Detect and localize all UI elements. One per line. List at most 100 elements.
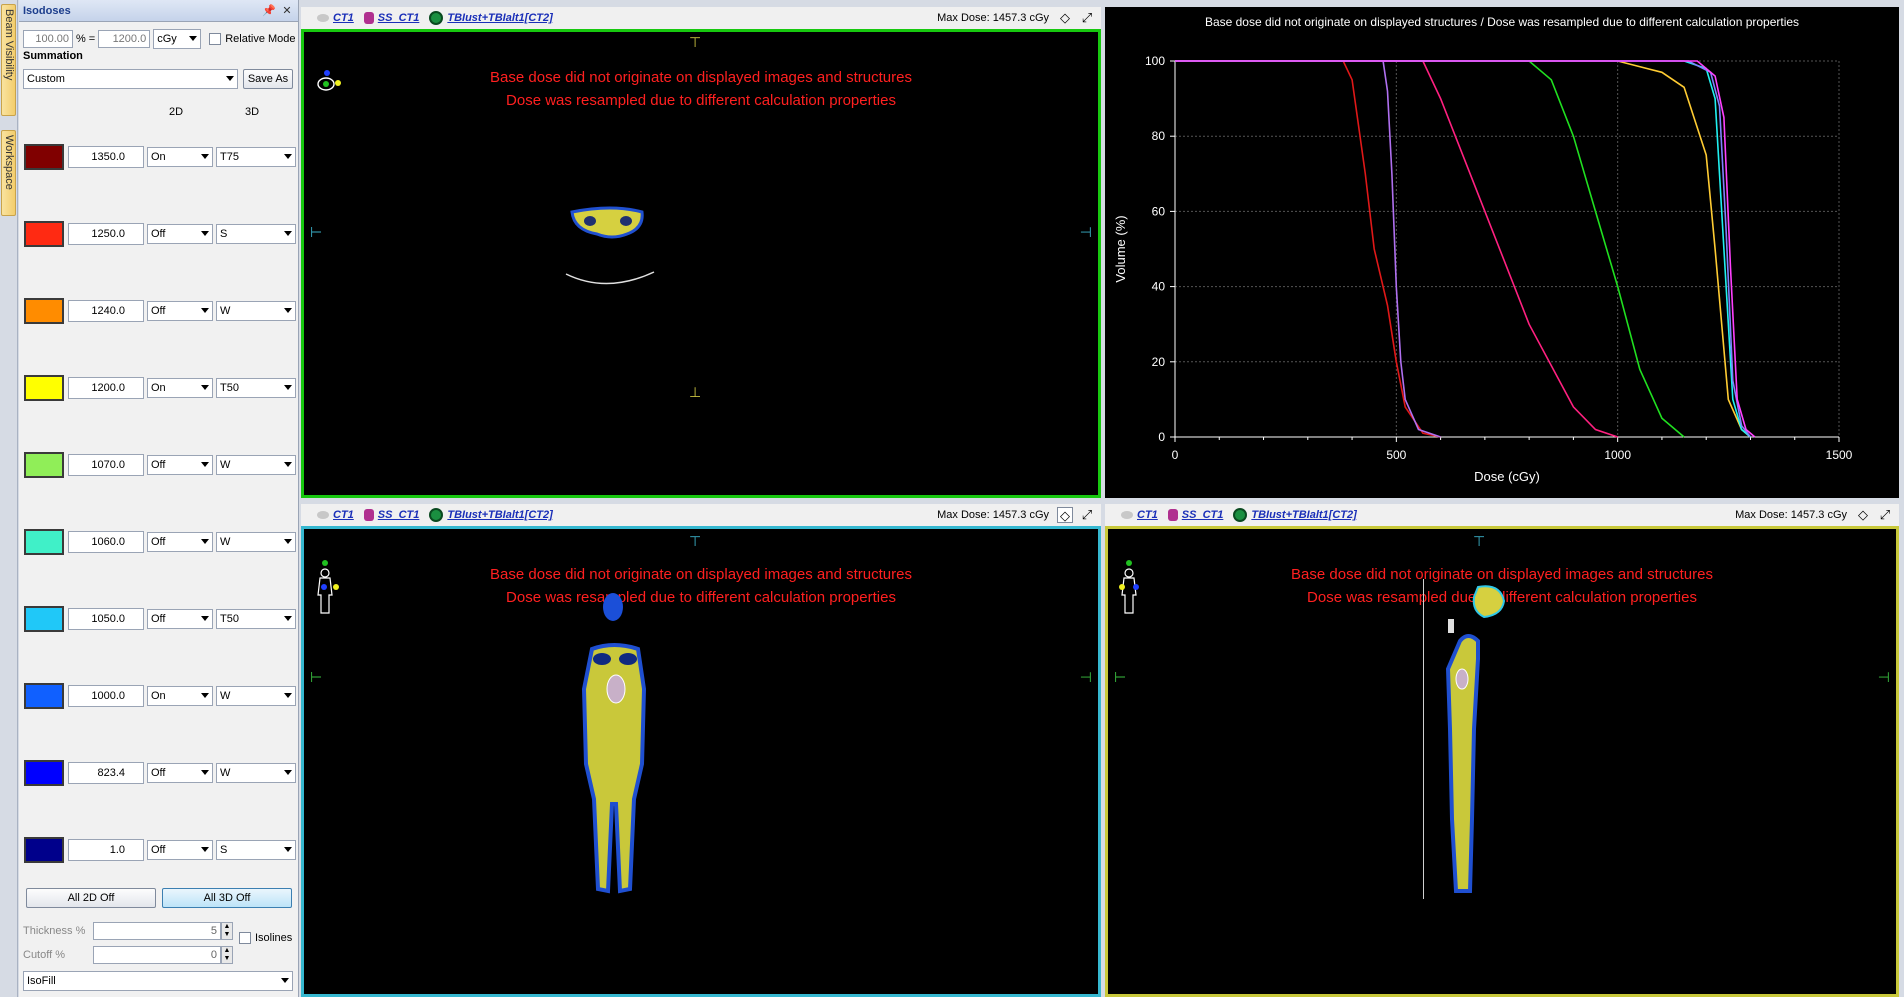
tab-workspace[interactable]: Workspace — [1, 130, 16, 216]
cutoff-spinner[interactable]: ▲ ▼ — [221, 946, 233, 964]
isodose-3d-select[interactable]: W — [216, 763, 296, 783]
isodose-3d-select[interactable]: T50 — [216, 378, 296, 398]
isodose-color-swatch[interactable] — [24, 298, 64, 324]
dvh-panel[interactable]: Base dose did not originate on displayed… — [1105, 7, 1899, 498]
dvh-x-axis-label: Dose (cGy) — [1474, 469, 1540, 484]
relative-mode-checkbox[interactable] — [209, 33, 222, 45]
thickness-spinner[interactable]: ▲ ▼ — [221, 922, 233, 940]
dose-input[interactable]: 1200.0 — [98, 30, 151, 48]
ct-link[interactable]: CT1 — [333, 12, 354, 24]
cutoff-row: Cutoff % 0 ▲ ▼ — [23, 946, 233, 964]
isodose-2d-select[interactable]: Off — [147, 609, 213, 629]
isodose-value-input[interactable]: 1.0 — [68, 839, 144, 861]
dvh-chart[interactable]: 0204060801000 500 1000 1500Dose (cGy)Volume… — [1105, 7, 1899, 498]
viewport-coronal[interactable]: CT1 SS_CT1 TBIust+TBIalt1[CT2] Max Dose:… — [301, 504, 1101, 997]
diamond-icon[interactable]: ◇ — [1855, 507, 1871, 523]
isodose-color-swatch[interactable] — [24, 683, 64, 709]
isodose-2d-select[interactable]: Off — [147, 840, 213, 860]
isodose-2d-select[interactable]: Off — [147, 532, 213, 552]
isodose-3d-select[interactable]: S — [216, 224, 296, 244]
plan-icon — [1233, 508, 1248, 522]
tab-beam-visibility[interactable]: Beam Visibility — [1, 4, 16, 116]
isodose-color-swatch[interactable] — [24, 221, 64, 247]
right-orientation-marker: ⊣ — [1079, 224, 1092, 240]
isodose-value-input[interactable]: 1250.0 — [68, 223, 144, 245]
plan-link[interactable]: TBIust+TBIalt1[CT2] — [447, 509, 552, 521]
isodose-color-swatch[interactable] — [24, 529, 64, 555]
viewport-transverse[interactable]: CT1 SS_CT1 TBIust+TBIalt1[CT2] Max Dose:… — [301, 7, 1101, 498]
unit-select[interactable]: cGy — [153, 29, 202, 49]
diamond-icon[interactable]: ◇ — [1057, 10, 1073, 26]
isodose-2d-select[interactable]: Off — [147, 301, 213, 321]
close-icon[interactable]: ✕ — [280, 4, 294, 18]
plan-link[interactable]: TBIust+TBIalt1[CT2] — [1251, 509, 1356, 521]
isodose-2d-select[interactable]: On — [147, 147, 213, 167]
orientation-head-icon — [317, 70, 341, 91]
diamond-icon[interactable]: ◇ — [1057, 507, 1073, 523]
cutoff-input[interactable]: 0 — [93, 946, 221, 964]
percent-input[interactable]: 100.00 — [23, 30, 73, 48]
maximize-icon[interactable]: ⤢ — [1877, 507, 1893, 523]
isodose-color-swatch[interactable] — [24, 144, 64, 170]
isodose-color-swatch[interactable] — [24, 375, 64, 401]
ct-link[interactable]: CT1 — [1137, 509, 1158, 521]
tab-beam-visibility-label: Beam Visibility — [3, 9, 15, 81]
isolines-checkbox[interactable] — [239, 932, 251, 944]
isodose-2d-select[interactable]: Off — [147, 224, 213, 244]
save-as-button[interactable]: Save As — [243, 69, 293, 89]
isodose-color-swatch[interactable] — [24, 760, 64, 786]
viewport-image[interactable]: Base dose did not originate on displayed… — [301, 29, 1101, 498]
isodose-value-input[interactable]: 1070.0 — [68, 454, 144, 476]
isodose-preset-select[interactable]: Custom — [23, 69, 238, 89]
isodose-value-input[interactable]: 1050.0 — [68, 608, 144, 630]
dvh-y-tick-label: 20 — [1152, 355, 1166, 369]
chevron-down-icon — [284, 693, 292, 698]
dvh-curve — [1175, 60, 1441, 438]
maximize-icon[interactable]: ⤢ — [1079, 10, 1095, 26]
pin-icon[interactable]: 📌 — [262, 4, 276, 18]
isodose-level-row: 1070.0 Off W — [24, 452, 296, 478]
isodose-value-input[interactable]: 1350.0 — [68, 146, 144, 168]
plan-icon — [429, 508, 444, 522]
isodose-value-input[interactable]: 1200.0 — [68, 377, 144, 399]
right-orientation-marker: ⊣ — [1877, 669, 1890, 685]
ct-link[interactable]: CT1 — [333, 509, 354, 521]
structure-set-link[interactable]: SS_CT1 — [1182, 509, 1224, 521]
isodose-color-swatch[interactable] — [24, 452, 64, 478]
viewport-image[interactable]: Base dose did not originate on displayed… — [301, 526, 1101, 997]
isodose-3d-value: W — [220, 536, 231, 548]
dvh-x-tick-label: 1500 — [1826, 448, 1853, 462]
all-2d-off-button[interactable]: All 2D Off — [26, 888, 156, 908]
isodose-color-swatch[interactable] — [24, 606, 64, 632]
viewport-sagittal[interactable]: CT1 SS_CT1 TBIust+TBIalt1[CT2] Max Dose:… — [1105, 504, 1899, 997]
isodose-3d-select[interactable]: W — [216, 686, 296, 706]
isodose-value-input[interactable]: 1060.0 — [68, 531, 144, 553]
isodose-2d-select[interactable]: On — [147, 378, 213, 398]
isodose-3d-select[interactable]: W — [216, 301, 296, 321]
plan-link[interactable]: TBIust+TBIalt1[CT2] — [447, 12, 552, 24]
structure-set-link[interactable]: SS_CT1 — [378, 12, 420, 24]
structure-set-link[interactable]: SS_CT1 — [378, 509, 420, 521]
isodose-value-input[interactable]: 1000.0 — [68, 685, 144, 707]
isodose-3d-select[interactable]: T50 — [216, 609, 296, 629]
isodose-value-input[interactable]: 823.4 — [68, 762, 144, 784]
isodose-title: Isodoses — [23, 4, 71, 17]
dose-warning: Base dose did not originate on displayed… — [304, 66, 1098, 112]
isodose-2d-select[interactable]: Off — [147, 455, 213, 475]
viewport-header: CT1 SS_CT1 TBIust+TBIalt1[CT2] Max Dose:… — [1105, 504, 1899, 526]
isodose-2d-select[interactable]: Off — [147, 763, 213, 783]
isodose-value-input[interactable]: 1240.0 — [68, 300, 144, 322]
isodose-color-swatch[interactable] — [24, 837, 64, 863]
structure-set-icon — [1167, 509, 1178, 521]
isodose-3d-select[interactable]: T75 — [216, 147, 296, 167]
isodose-3d-select[interactable]: W — [216, 455, 296, 475]
isodose-2d-select[interactable]: On — [147, 686, 213, 706]
viewport-image[interactable]: Base dose did not originate on displayed… — [1105, 526, 1899, 997]
thickness-input[interactable]: 5 — [93, 922, 221, 940]
maximize-icon[interactable]: ⤢ — [1079, 507, 1095, 523]
chevron-down-icon — [201, 693, 209, 698]
isodose-3d-select[interactable]: W — [216, 532, 296, 552]
all-3d-off-button[interactable]: All 3D Off — [162, 888, 292, 908]
fill-mode-select[interactable]: IsoFill — [23, 971, 293, 991]
isodose-3d-select[interactable]: S — [216, 840, 296, 860]
